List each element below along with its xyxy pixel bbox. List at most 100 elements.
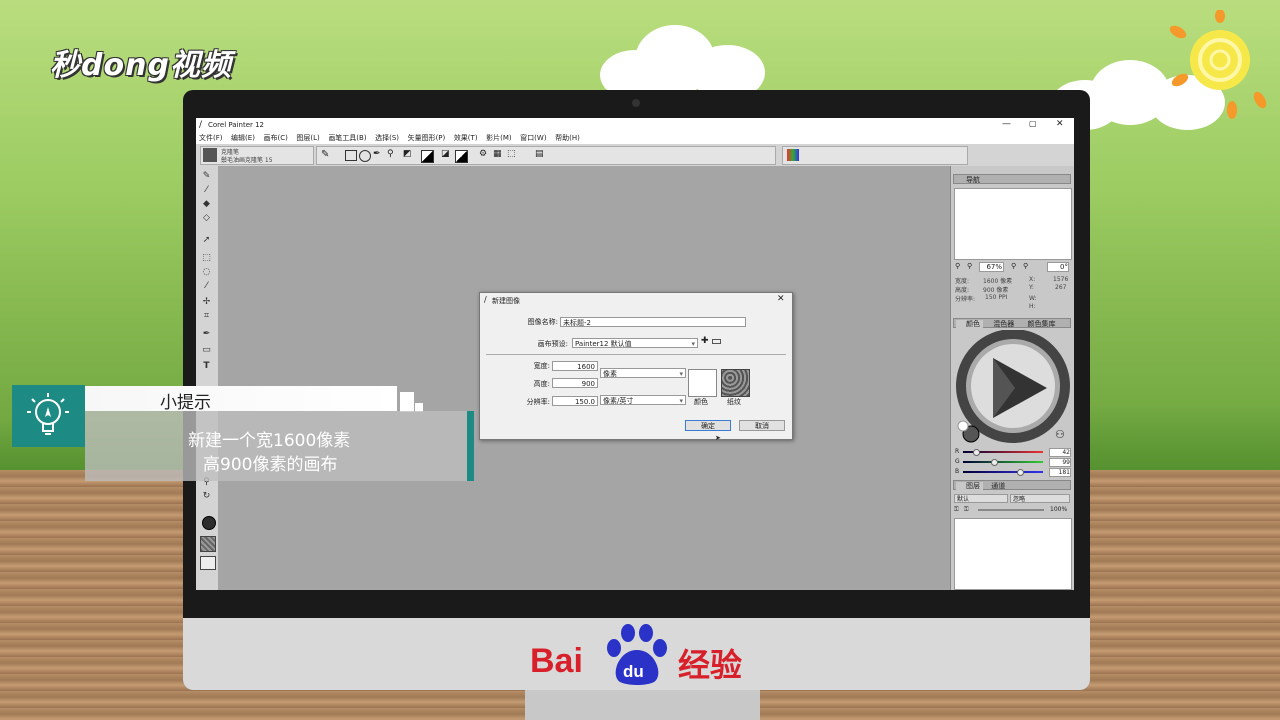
menu-select[interactable]: 选择(S) [375,134,399,142]
document-icon[interactable]: ▤ [535,149,544,159]
menu-movie[interactable]: 影片(M) [486,134,512,142]
background-color-swatch[interactable] [688,369,717,397]
paper-texture-swatch[interactable] [200,536,216,552]
pen-tool-icon[interactable]: ✒ [201,330,212,339]
zoom-level[interactable]: 67% [979,262,1004,272]
resolution-label: 分辨率: [526,398,550,406]
tip-line-2: 高900像素的画布 [203,455,338,475]
rotate-right-icon[interactable]: ⚲ [1023,262,1028,270]
selection-icon[interactable]: ⬚ [507,149,516,159]
eraser-tool-icon[interactable]: ◇ [201,214,212,223]
cancel-button[interactable]: 取消 [739,420,785,431]
tab-color-sets[interactable]: 颜色集库 [1019,320,1058,328]
resolution-input[interactable]: 150.0 [552,396,598,406]
dropper-tool-icon[interactable]: ⁄ [201,186,212,195]
main-color-swatch[interactable] [202,516,216,530]
image-name-input[interactable]: 未标题-2 [560,317,746,327]
paint-bucket-icon[interactable]: ◩ [403,149,412,159]
fill-color-icon[interactable] [455,150,468,163]
rectangle-icon[interactable] [345,150,357,161]
paper-texture-swatch-dialog[interactable] [721,369,750,397]
opacity-slider[interactable] [978,509,1044,511]
ok-button[interactable]: 确定 [685,420,731,431]
layer-blend-select[interactable]: 默认 [954,494,1008,503]
clone-color-icon[interactable]: ⚇ [1055,428,1065,441]
gradient-swatch[interactable] [200,556,216,570]
layer-adjuster-tool-icon[interactable]: ➚ [201,236,212,245]
resolution-unit-select[interactable]: 像素/英寸 [600,395,686,406]
zoom-in-icon[interactable]: ⚲ [967,262,972,270]
width-input[interactable]: 1600 [552,361,598,371]
menu-canvas[interactable]: 画布(C) [263,134,287,142]
monitor-stand [525,690,760,720]
magic-wand-tool-icon[interactable]: ⁄ [201,282,212,291]
height-input[interactable]: 900 [552,378,598,388]
g-slider-thumb[interactable] [991,459,999,466]
pen-icon[interactable]: ✒ [373,149,381,159]
rotate-left-icon[interactable]: ⚲ [1011,262,1016,270]
g-value[interactable]: 99 [1049,458,1071,467]
color-panel-header: 颜色 混色器 颜色集库 [953,318,1071,328]
align-icon[interactable]: ⚙ [479,149,487,159]
title-bar: ∕ Corel Painter 12 — ▢ ✕ [196,118,1074,132]
crop-tool-icon[interactable]: ⌗ [201,312,212,321]
canvas-preset-select[interactable]: Painter12 默认值 [572,338,698,349]
text-tool-icon[interactable]: T [201,362,212,371]
minimize-button[interactable]: — [1002,119,1011,129]
menu-edit[interactable]: 编辑(E) [231,134,255,142]
opacity-value[interactable]: 100% [1050,506,1067,513]
stroke-color-icon[interactable] [421,150,434,163]
lock-icon[interactable]: ⚿ [954,506,959,514]
menu-file[interactable]: 文件(F) [199,134,223,142]
r-value[interactable]: 42 [1049,448,1071,457]
layers-list[interactable] [954,518,1072,590]
remove-preset-icon[interactable] [712,339,721,344]
rotate-tool-icon[interactable]: ↻ [201,492,212,501]
preserve-icon[interactable]: ⚿ [964,506,969,514]
b-value[interactable]: 181 [1049,468,1071,477]
tip-decoration [400,392,414,412]
tab-layers[interactable]: 图层 [956,482,983,490]
transform-tool-icon[interactable]: ✢ [201,298,212,307]
panel-toggle-group [782,146,968,165]
add-preset-icon[interactable]: ✚ [701,336,709,346]
navigator-panel-header[interactable]: 导航 [953,174,1071,184]
tab-channels[interactable]: 通道 [985,482,1008,490]
layer-composite-select[interactable]: 忽略 [1010,494,1070,503]
lasso-tool-icon[interactable]: ◌ [201,268,212,277]
size-unit-select[interactable]: 像素 [600,368,686,379]
reset-tool-icon[interactable]: ✎ [321,149,329,160]
paint-bucket-tool-icon[interactable]: ◆ [201,200,212,209]
menu-shapes[interactable]: 矢量图形(P) [408,134,446,142]
b-slider-thumb[interactable] [1016,469,1024,476]
b-slider[interactable] [963,471,1043,473]
shape-tool-icon[interactable]: ▭ [201,346,212,355]
eyedropper-icon[interactable]: ⚲ [387,149,394,159]
menu-brushes[interactable]: 画笔工具(B) [328,134,366,142]
tip-line-1: 新建一个宽1600像素 [188,431,351,451]
tab-color[interactable]: 颜色 [956,320,983,328]
ellipse-icon[interactable] [359,150,371,162]
maximize-button[interactable]: ▢ [1029,119,1037,128]
color-wheel[interactable] [955,330,1071,448]
tab-mixer[interactable]: 混色器 [985,320,1017,328]
r-slider-thumb[interactable] [972,449,980,456]
dialog-title: 新建图像 [492,297,520,305]
menu-layers[interactable]: 图层(L) [296,134,319,142]
g-slider[interactable] [963,461,1043,463]
menu-help[interactable]: 帮助(H) [555,134,580,142]
brush-selector[interactable]: 克隆笔 鬃毛油画克隆笔 15 [200,146,314,165]
dialog-app-icon: ∕ [484,295,487,304]
zoom-out-icon[interactable]: ⚲ [955,262,960,270]
color-set-icon[interactable] [787,149,799,161]
fill-icon[interactable]: ◪ [441,149,450,159]
rotation-value[interactable]: 0° [1047,262,1069,272]
dialog-close-button[interactable]: ✕ [777,294,785,304]
menu-effects[interactable]: 效果(T) [454,134,478,142]
width-label: 宽度: [533,362,550,370]
brush-tool-icon[interactable]: ✎ [201,172,212,181]
grid-icon[interactable]: ▦ [493,149,502,159]
menu-window[interactable]: 窗口(W) [520,134,546,142]
rect-select-tool-icon[interactable]: ⬚ [201,254,212,263]
close-button[interactable]: ✕ [1056,119,1064,129]
